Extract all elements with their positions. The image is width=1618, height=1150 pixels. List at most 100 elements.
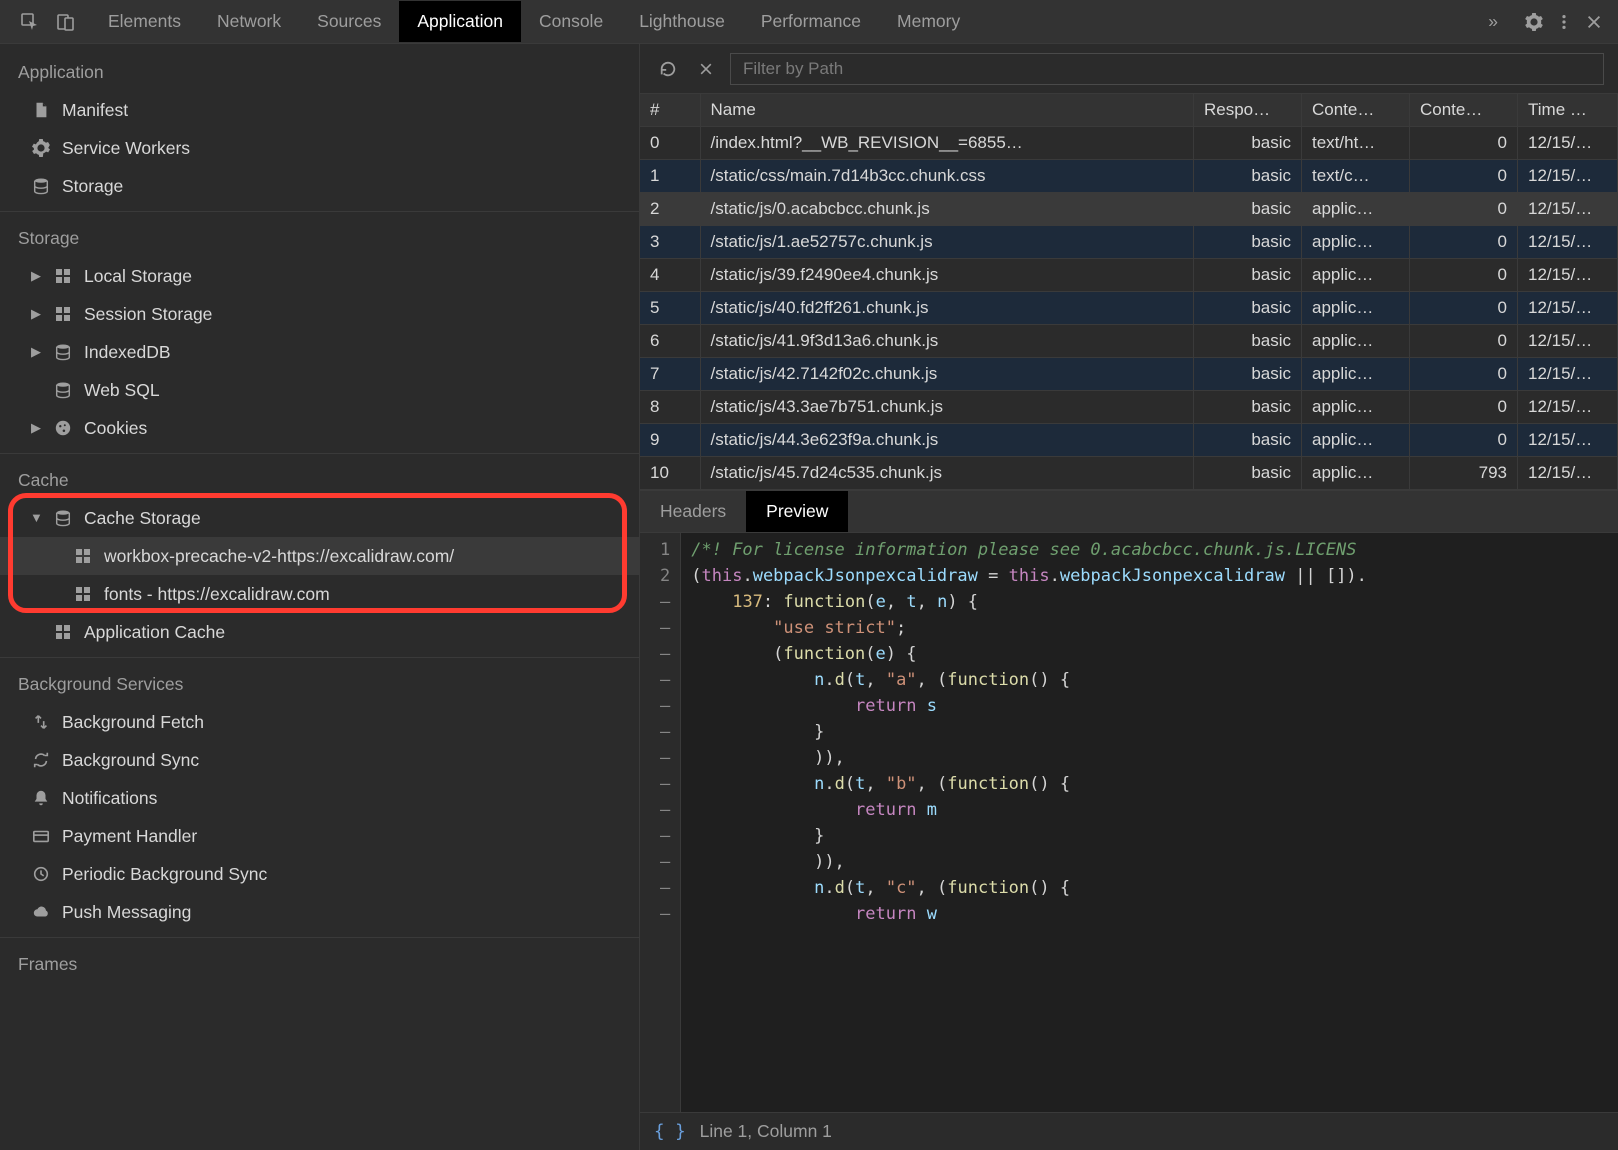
sidebar-item-manifest[interactable]: Manifest (0, 91, 639, 129)
sidebar-item-service-workers[interactable]: Service Workers (0, 129, 639, 167)
table-row[interactable]: 1/static/css/main.7d14b3cc.chunk.cssbasi… (640, 160, 1618, 193)
filter-input[interactable] (730, 53, 1604, 85)
sidebar-item-label: Cache Storage (84, 503, 201, 533)
sidebar-item-web-sql[interactable]: Web SQL (0, 371, 639, 409)
tab-memory[interactable]: Memory (879, 1, 978, 42)
grid-icon (72, 548, 94, 564)
close-icon[interactable] (1580, 8, 1608, 36)
table-cell: 0 (1410, 193, 1518, 226)
sidebar-item-notifications[interactable]: Notifications (0, 779, 639, 817)
tab-application[interactable]: Application (399, 1, 521, 42)
chevron-right-icon: ▶ (30, 261, 42, 291)
grid-icon (52, 624, 74, 640)
table-header[interactable]: Name (700, 94, 1194, 127)
table-row[interactable]: 3/static/js/1.ae52757c.chunk.jsbasicappl… (640, 226, 1618, 259)
table-cell: text/ht… (1302, 127, 1410, 160)
sidebar-item-periodic-background-sync[interactable]: Periodic Background Sync (0, 855, 639, 893)
settings-icon[interactable] (1520, 8, 1548, 36)
sidebar-item-cookies[interactable]: ▶Cookies (0, 409, 639, 447)
sidebar-item-push-messaging[interactable]: Push Messaging (0, 893, 639, 931)
table-cell: applic… (1302, 226, 1410, 259)
section-header-bg-services: Background Services (0, 664, 639, 703)
tab-elements[interactable]: Elements (90, 1, 199, 42)
table-row[interactable]: 8/static/js/43.3ae7b751.chunk.jsbasicapp… (640, 391, 1618, 424)
table-cell: 0 (1410, 226, 1518, 259)
table-header[interactable]: Respo… (1194, 94, 1302, 127)
tab-sources[interactable]: Sources (299, 1, 399, 42)
sidebar-item-storage[interactable]: Storage (0, 167, 639, 205)
sidebar-item-label: Background Fetch (62, 707, 204, 737)
tab-console[interactable]: Console (521, 1, 621, 42)
tab-network[interactable]: Network (199, 1, 299, 42)
table-header[interactable]: Conte… (1410, 94, 1518, 127)
table-header[interactable]: Time … (1518, 94, 1618, 127)
table-cell: 7 (640, 358, 700, 391)
table-cell: /static/js/42.7142f02c.chunk.js (700, 358, 1194, 391)
table-cell: applic… (1302, 193, 1410, 226)
table-cell: basic (1194, 457, 1302, 490)
refresh-icon[interactable] (654, 55, 682, 83)
sidebar-item-background-sync[interactable]: Background Sync (0, 741, 639, 779)
table-cell: 12/15/… (1518, 325, 1618, 358)
table-row[interactable]: 6/static/js/41.9f3d13a6.chunk.jsbasicapp… (640, 325, 1618, 358)
sidebar-item-cache-entry[interactable]: fonts - https://excalidraw.com (0, 575, 639, 613)
table-cell: applic… (1302, 292, 1410, 325)
table-row[interactable]: 9/static/js/44.3e623f9a.chunk.jsbasicapp… (640, 424, 1618, 457)
chevron-down-icon: ▼ (30, 503, 42, 533)
sidebar-item-label: Session Storage (84, 299, 212, 329)
table-cell: 2 (640, 193, 700, 226)
table-row[interactable]: 10/static/js/45.7d24c535.chunk.jsbasicap… (640, 457, 1618, 490)
table-cell: 793 (1410, 457, 1518, 490)
cursor-position-label: Line 1, Column 1 (700, 1121, 832, 1142)
sidebar-item-indexeddb[interactable]: ▶IndexedDB (0, 333, 639, 371)
sidebar-item-background-fetch[interactable]: Background Fetch (0, 703, 639, 741)
table-cell: 0 (1410, 325, 1518, 358)
subtab-preview[interactable]: Preview (746, 491, 848, 532)
table-cell: 12/15/… (1518, 457, 1618, 490)
table-cell: 6 (640, 325, 700, 358)
clock-icon (30, 865, 52, 883)
cloud-icon (30, 903, 52, 921)
tab-lighthouse[interactable]: Lighthouse (621, 1, 743, 42)
clear-icon[interactable] (692, 55, 720, 83)
sidebar-item-cache-storage[interactable]: ▼ Cache Storage (0, 499, 639, 537)
table-cell: 5 (640, 292, 700, 325)
table-cell: basic (1194, 160, 1302, 193)
table-cell: applic… (1302, 259, 1410, 292)
table-cell: 12/15/… (1518, 358, 1618, 391)
tab-performance[interactable]: Performance (743, 1, 879, 42)
table-cell: 0 (1410, 292, 1518, 325)
sidebar-item-label: fonts - https://excalidraw.com (104, 579, 330, 609)
grid-icon (72, 586, 94, 602)
subtab-headers[interactable]: Headers (640, 491, 746, 532)
table-header[interactable]: Conte… (1302, 94, 1410, 127)
table-row[interactable]: 0/index.html?__WB_REVISION__=6855…basict… (640, 127, 1618, 160)
sidebar-item-cache-entry[interactable]: workbox-precache-v2-https://excalidraw.c… (0, 537, 639, 575)
inspect-element-icon[interactable] (16, 8, 44, 36)
table-cell: /static/js/45.7d24c535.chunk.js (700, 457, 1194, 490)
sidebar-item-label: Notifications (62, 783, 157, 813)
sidebar-item-application-cache[interactable]: Application Cache (0, 613, 639, 651)
table-cell: 0 (640, 127, 700, 160)
sidebar-item-label: Service Workers (62, 133, 190, 163)
device-toolbar-icon[interactable] (52, 8, 80, 36)
table-cell: /static/js/43.3ae7b751.chunk.js (700, 391, 1194, 424)
table-cell: /static/css/main.7d14b3cc.chunk.css (700, 160, 1194, 193)
table-cell: 12/15/… (1518, 424, 1618, 457)
sidebar-item-label: IndexedDB (84, 337, 171, 367)
kebab-menu-icon[interactable] (1550, 8, 1578, 36)
sidebar-item-session-storage[interactable]: ▶Session Storage (0, 295, 639, 333)
sidebar-item-payment-handler[interactable]: Payment Handler (0, 817, 639, 855)
table-cell: basic (1194, 358, 1302, 391)
sidebar-item-label: Web SQL (84, 375, 160, 405)
table-row[interactable]: 7/static/js/42.7142f02c.chunk.jsbasicapp… (640, 358, 1618, 391)
table-cell: basic (1194, 424, 1302, 457)
table-header[interactable]: # (640, 94, 700, 127)
table-row[interactable]: 2/static/js/0.acabcbcc.chunk.jsbasicappl… (640, 193, 1618, 226)
table-row[interactable]: 5/static/js/40.fd2ff261.chunk.jsbasicapp… (640, 292, 1618, 325)
sidebar-item-label: Payment Handler (62, 821, 197, 851)
pretty-print-icon[interactable]: { } (654, 1122, 686, 1142)
sidebar-item-local-storage[interactable]: ▶Local Storage (0, 257, 639, 295)
table-row[interactable]: 4/static/js/39.f2490ee4.chunk.jsbasicapp… (640, 259, 1618, 292)
tabs-overflow[interactable]: » (1470, 1, 1516, 42)
